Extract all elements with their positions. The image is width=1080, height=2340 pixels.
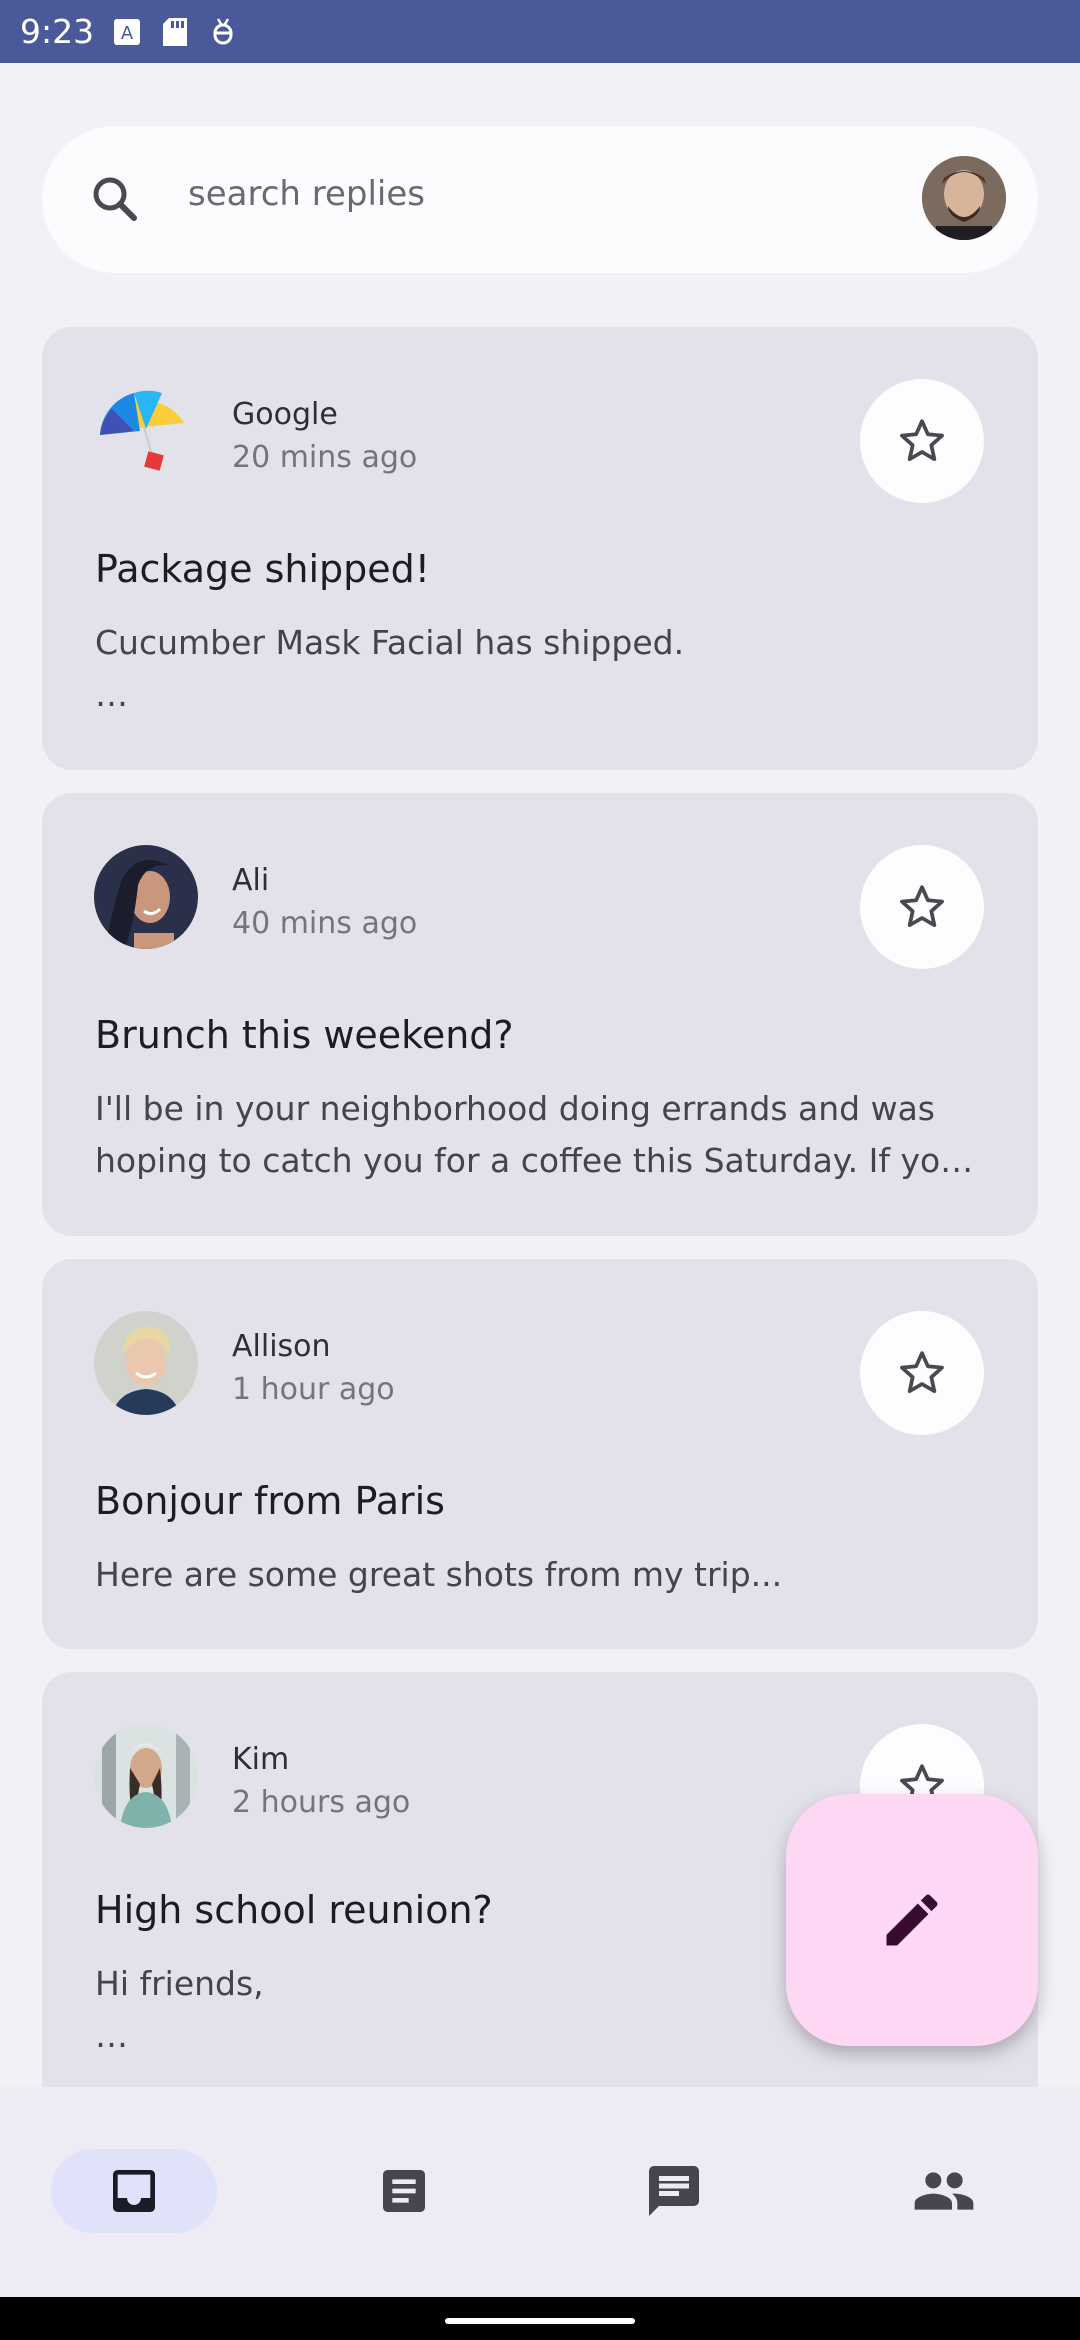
email-subject: Brunch this weekend?: [95, 1013, 514, 1057]
status-time: 9:23: [20, 12, 95, 51]
sender-avatar: [94, 379, 198, 483]
email-preview: I'll be in your neighborhood doing erran…: [95, 1089, 974, 1180]
email-subject: Bonjour from Paris: [95, 1479, 445, 1523]
inbox-icon: [113, 2170, 155, 2212]
sd-card-icon: [160, 17, 190, 47]
star-button[interactable]: [860, 379, 984, 503]
sender-avatar: [94, 845, 198, 949]
email-time: 2 hours ago: [232, 1785, 411, 1820]
article-icon: [383, 2170, 425, 2212]
sender-name: Ali: [232, 863, 270, 898]
star-button[interactable]: [860, 845, 984, 969]
star-icon: [900, 419, 944, 462]
star-icon: [900, 1351, 944, 1394]
search-bar[interactable]: search replies: [42, 126, 1038, 273]
email-time: 1 hour ago: [232, 1372, 395, 1407]
debug-icon: [208, 17, 238, 47]
email-time: 40 mins ago: [232, 906, 418, 941]
email-card[interactable]: Allison 1 hour ago Bonjour from Paris He…: [42, 1259, 1038, 1649]
email-preview: Here are some great shots from my trip..…: [95, 1555, 783, 1594]
nav-messages[interactable]: [591, 2149, 757, 2233]
profile-avatar[interactable]: [922, 156, 1006, 240]
status-bar: 9:23 A: [0, 0, 1080, 63]
sender-name: Allison: [232, 1329, 331, 1364]
sender-name: Kim: [232, 1742, 290, 1777]
chat-icon: [649, 2166, 699, 2216]
email-subject: Package shipped!: [95, 547, 431, 591]
text-notification-icon: A: [112, 17, 142, 47]
email-subject: High school reunion?: [95, 1888, 493, 1932]
nav-contacts[interactable]: [861, 2149, 1027, 2233]
star-icon: [900, 885, 944, 928]
nav-articles[interactable]: [321, 2149, 487, 2233]
edit-icon: [886, 1894, 938, 1946]
sender-avatar: [94, 1311, 198, 1415]
svg-text:A: A: [121, 23, 134, 44]
email-card[interactable]: Ali 40 mins ago Brunch this weekend? I'l…: [42, 793, 1038, 1236]
sender-avatar: [94, 1724, 198, 1828]
email-time: 20 mins ago: [232, 440, 418, 475]
bottom-navigation: [0, 2087, 1080, 2297]
email-preview: Cucumber Mask Facial has shipped. …: [95, 623, 685, 714]
nav-inbox[interactable]: [51, 2149, 217, 2233]
people-icon: [914, 2172, 974, 2210]
search-input[interactable]: search replies: [188, 174, 425, 214]
email-card[interactable]: Google 20 mins ago Package shipped! Cucu…: [42, 327, 1038, 770]
star-button[interactable]: [860, 1311, 984, 1435]
sender-name: Google: [232, 397, 338, 432]
compose-button[interactable]: [786, 1794, 1038, 2046]
home-indicator[interactable]: [445, 2318, 635, 2324]
search-icon[interactable]: [86, 170, 146, 230]
